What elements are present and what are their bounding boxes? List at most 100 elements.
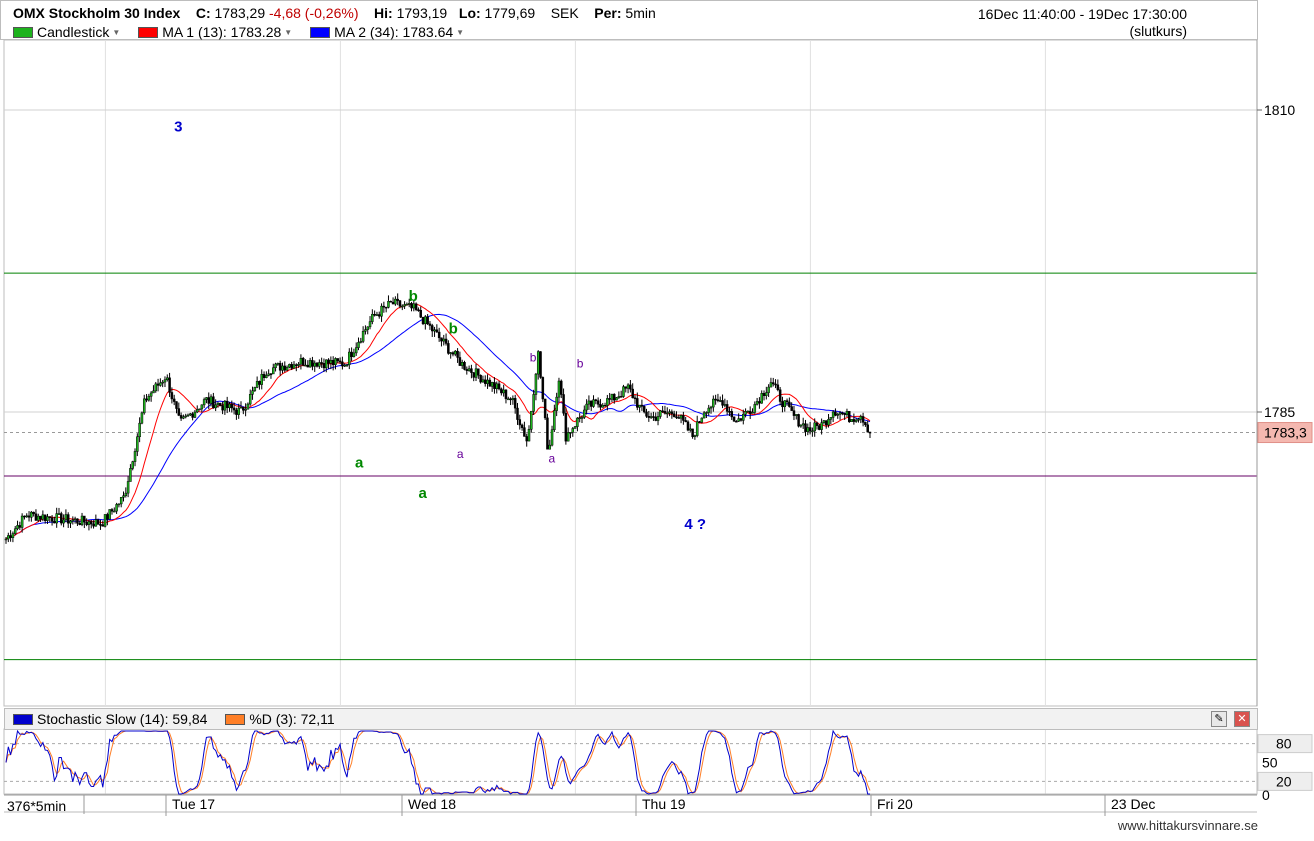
candle-body — [569, 432, 572, 434]
candle-body — [509, 398, 512, 401]
candle — [138, 417, 141, 443]
candle-body — [269, 373, 273, 376]
candle — [472, 372, 475, 382]
candle — [115, 502, 118, 514]
candle-body — [290, 364, 293, 369]
candle — [868, 431, 872, 438]
candle — [76, 518, 79, 526]
candle-body — [154, 383, 158, 392]
candle — [357, 337, 360, 351]
candle-body — [133, 451, 137, 462]
candle-body — [214, 404, 217, 409]
legend-stoch-slow[interactable]: Stochastic Slow (14): 59,84 — [13, 711, 207, 727]
candle-body — [292, 364, 296, 369]
candle — [149, 391, 153, 402]
candle-body — [96, 519, 100, 525]
candle — [483, 375, 487, 387]
candle-body — [765, 392, 768, 396]
candle-body — [89, 521, 93, 525]
candle — [401, 304, 404, 311]
candle-body — [776, 384, 780, 391]
candle-body — [124, 492, 128, 496]
candle — [495, 381, 499, 394]
plot-frame — [3, 39, 1258, 707]
candle — [191, 412, 194, 421]
candle — [361, 326, 365, 344]
candle — [474, 363, 478, 382]
candle-body — [709, 406, 713, 409]
candle-body — [822, 420, 826, 423]
candle — [790, 402, 793, 411]
ma1-line — [5, 303, 871, 540]
candle — [331, 356, 335, 371]
candle — [725, 400, 729, 415]
wave-label: b — [530, 350, 537, 364]
candle-body — [322, 363, 326, 369]
wrench-icon[interactable]: ✎ — [1211, 711, 1227, 727]
candle — [16, 520, 19, 531]
candle — [783, 400, 787, 412]
candle — [7, 532, 10, 543]
candle — [578, 413, 581, 423]
candle-body — [751, 412, 754, 414]
candle-body — [126, 481, 130, 494]
candle-body — [373, 313, 376, 316]
candle-body — [546, 417, 549, 450]
candle-body — [553, 410, 556, 431]
candle — [781, 396, 784, 413]
candle — [530, 410, 533, 433]
candle — [587, 395, 591, 410]
candle — [640, 399, 644, 411]
candle — [311, 356, 314, 371]
candle — [700, 417, 704, 424]
candle — [525, 433, 528, 447]
candle — [262, 371, 266, 381]
candle — [760, 390, 763, 404]
candle — [479, 374, 482, 384]
candle — [193, 409, 197, 419]
candle — [384, 306, 388, 313]
candle-body — [753, 404, 757, 413]
candle — [223, 400, 227, 415]
candle-body — [795, 414, 798, 416]
candle — [576, 417, 579, 432]
candle-body — [470, 368, 473, 373]
wave-label: 3 — [174, 119, 182, 136]
candle-body — [573, 426, 577, 429]
candle-body — [564, 412, 568, 442]
candle — [364, 325, 367, 335]
candle-body — [700, 417, 704, 423]
candle — [624, 386, 628, 393]
candle — [113, 507, 116, 513]
candle-body — [48, 516, 52, 518]
candle — [320, 357, 323, 368]
candle — [27, 511, 31, 522]
candle-body — [797, 414, 800, 427]
candle-body — [548, 444, 551, 450]
x-tick-label: Thu 19 — [642, 796, 686, 812]
candle — [712, 395, 715, 412]
candle-body — [456, 350, 459, 358]
candle — [83, 515, 86, 529]
legend-stoch-d[interactable]: %D (3): 72,11 — [225, 711, 335, 727]
candle — [490, 381, 494, 392]
candle-body — [543, 398, 547, 419]
candle — [166, 374, 169, 382]
candle — [573, 425, 577, 429]
candle — [274, 362, 277, 372]
candle — [368, 316, 372, 330]
candle-body — [748, 410, 752, 414]
candle-body — [854, 419, 858, 422]
candle — [301, 356, 305, 367]
candle-body — [689, 428, 692, 431]
candle — [380, 303, 383, 322]
candle-body — [391, 301, 395, 305]
candle-body — [138, 422, 141, 438]
candle-body — [16, 525, 19, 530]
candle-body — [739, 418, 743, 421]
candle-body — [636, 398, 639, 408]
candle-body — [119, 497, 123, 505]
close-icon[interactable]: ✕ — [1234, 711, 1250, 727]
candle — [564, 407, 568, 445]
candle — [460, 359, 464, 369]
